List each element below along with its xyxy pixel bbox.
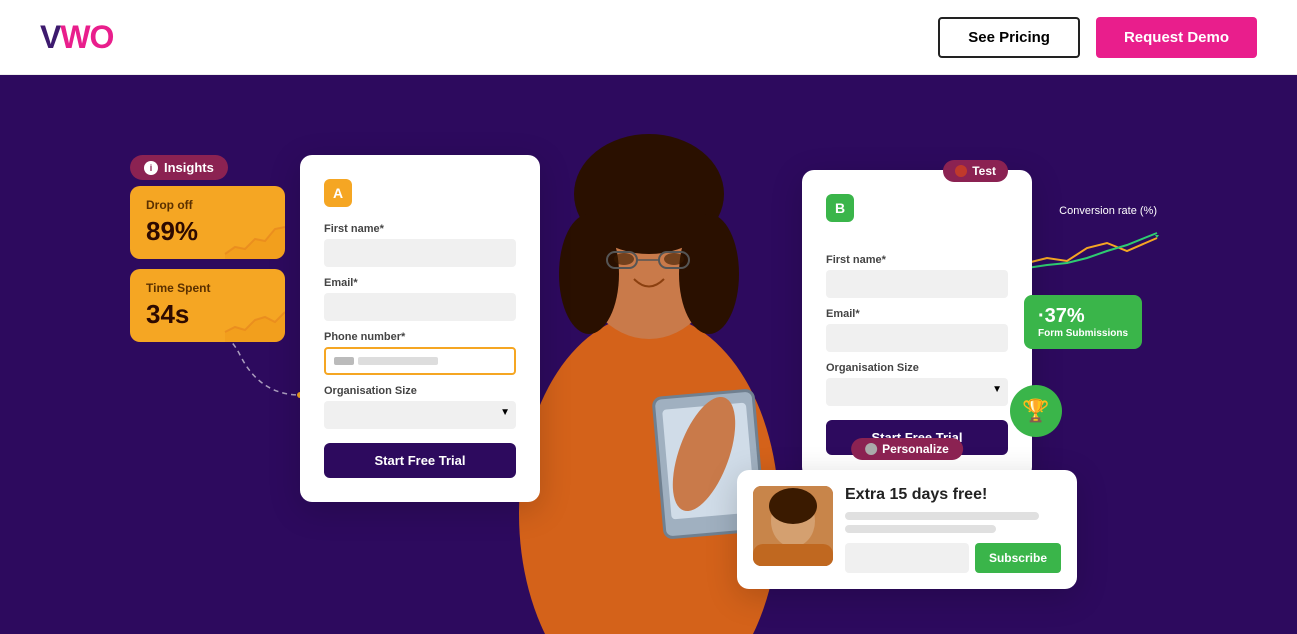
form-a-org-select[interactable]: ▼: [324, 401, 516, 429]
personalize-badge: Personalize: [851, 438, 963, 460]
drop-off-chart: [225, 219, 285, 259]
form-card-b: Test B First name* Email* Organisation S…: [802, 170, 1032, 479]
see-pricing-button[interactable]: See Pricing: [938, 17, 1080, 58]
time-spent-label: Time Spent: [146, 281, 269, 295]
form-b-select-arrow: ▼: [992, 384, 1002, 395]
personalize-person-image: [753, 486, 833, 566]
form-badge-a: A: [324, 179, 352, 207]
insights-badge: i Insights: [130, 155, 228, 180]
submissions-pct: ·37%: [1038, 305, 1128, 328]
insights-icon: i: [144, 161, 158, 175]
trophy-badge: 🏆: [1010, 385, 1062, 437]
form-a-firstname-input[interactable]: [324, 239, 516, 267]
personalize-line-1: [845, 512, 1039, 520]
personalize-content: Extra 15 days free! Subscribe: [845, 486, 1061, 573]
main-section: i Insights Drop off 89% Time Spent 34s A…: [0, 75, 1297, 634]
subscribe-input[interactable]: [845, 543, 969, 573]
form-b-org-select[interactable]: ▼: [826, 378, 1008, 406]
personalize-person-svg: [753, 486, 833, 566]
form-a-org-label: Organisation Size: [324, 385, 516, 397]
form-b-email-input[interactable]: [826, 324, 1008, 352]
drop-off-label: Drop off: [146, 198, 269, 212]
form-b-org-label: Organisation Size: [826, 362, 1008, 374]
form-a-phone-input[interactable]: [324, 347, 516, 375]
form-b-firstname-input[interactable]: [826, 270, 1008, 298]
conversion-label: Conversion rate (%): [1027, 205, 1157, 217]
form-submissions-badge: ·37% Form Submissions: [1024, 295, 1142, 349]
form-a-firstname-label: First name*: [324, 223, 516, 235]
form-b-firstname-label: First name*: [826, 254, 1008, 266]
personalize-lines: [845, 512, 1061, 533]
form-b-email-label: Email*: [826, 308, 1008, 320]
time-spent-card: Time Spent 34s: [130, 269, 285, 342]
insights-card: i Insights Drop off 89% Time Spent 34s: [130, 155, 285, 352]
time-spent-chart: [225, 302, 285, 342]
drop-off-card: Drop off 89%: [130, 186, 285, 259]
form-card-a: A First name* Email* Phone number* Organ…: [300, 155, 540, 502]
logo: VWO: [40, 19, 113, 56]
personalize-card: Personalize Extra 15 days free!: [737, 470, 1077, 589]
personalize-subscribe-row: Subscribe: [845, 543, 1061, 573]
request-demo-button[interactable]: Request Demo: [1096, 17, 1257, 58]
subscribe-button[interactable]: Subscribe: [975, 543, 1061, 573]
form-a-email-input[interactable]: [324, 293, 516, 321]
personalize-line-2: [845, 525, 996, 533]
form-a-select-arrow: ▼: [500, 407, 510, 418]
form-a-email-label: Email*: [324, 277, 516, 289]
personalize-title: Extra 15 days free!: [845, 486, 1061, 504]
test-badge: Test: [943, 160, 1008, 182]
conversion-card: Conversion rate (%): [1027, 205, 1157, 278]
header-actions: See Pricing Request Demo: [938, 17, 1257, 58]
form-badge-b: B: [826, 194, 854, 222]
submissions-label: Form Submissions: [1038, 328, 1128, 339]
conversion-chart: [1027, 223, 1157, 273]
form-a-cta-button[interactable]: Start Free Trial: [324, 443, 516, 478]
header: VWO See Pricing Request Demo: [0, 0, 1297, 75]
form-a-phone-label: Phone number*: [324, 331, 516, 343]
